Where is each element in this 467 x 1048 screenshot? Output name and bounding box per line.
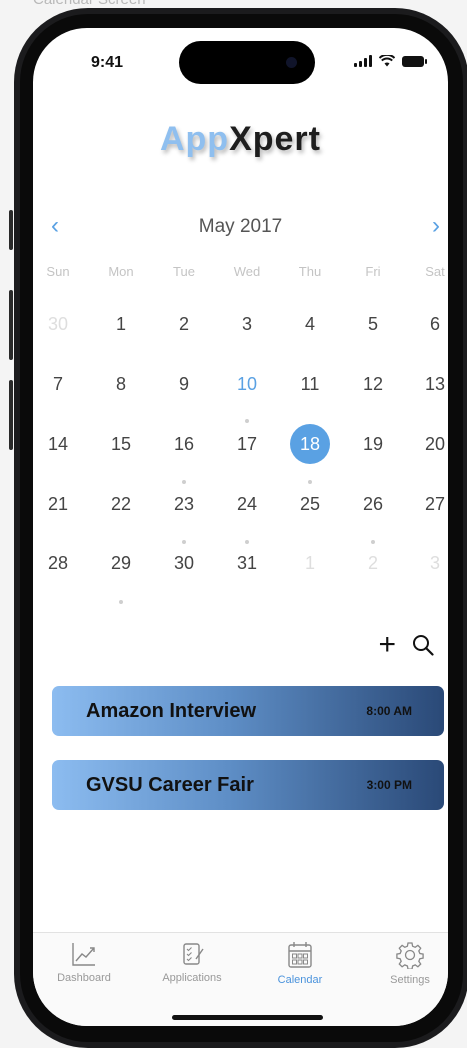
event-dot: [119, 600, 123, 604]
event-dot: [245, 419, 249, 423]
status-icons: [354, 55, 427, 67]
calendar-day[interactable]: 5: [353, 304, 393, 344]
calendar-day[interactable]: 18: [290, 424, 330, 464]
calendar-day[interactable]: 3: [415, 543, 448, 583]
calendar-day[interactable]: 1: [101, 304, 141, 344]
chart-line-icon: [72, 943, 95, 966]
calendar-day[interactable]: 2: [353, 543, 393, 583]
weekday-label: Tue: [173, 264, 195, 279]
calendar-day[interactable]: 27: [415, 484, 448, 524]
calendar-day[interactable]: 19: [353, 424, 393, 464]
wifi-icon: [379, 55, 395, 67]
event-dot: [182, 540, 186, 544]
calendar-day[interactable]: 22: [101, 484, 141, 524]
event-title: Amazon Interview: [86, 699, 257, 722]
event-time: 8:00 AM: [366, 704, 412, 718]
dynamic-island: [179, 41, 315, 84]
status-time: 9:41: [91, 54, 124, 71]
checklist-icon: [183, 943, 204, 965]
calendar-icon: [288, 942, 312, 968]
add-event-button[interactable]: +: [378, 630, 396, 660]
weekday-label: Thu: [298, 264, 322, 279]
camera-icon: [286, 57, 297, 68]
calendar-day[interactable]: 24: [227, 484, 267, 524]
weekday-label: Wed: [233, 264, 261, 279]
home-indicator: [172, 1015, 323, 1020]
tab-calendar[interactable]: Calendar: [255, 941, 345, 986]
volume-down-button: [9, 380, 13, 450]
event-dot: [182, 480, 186, 484]
calendar-day[interactable]: 20: [415, 424, 448, 464]
next-month-button[interactable]: ›: [432, 212, 440, 240]
frame-caption: Calendar Screen: [33, 0, 146, 8]
calendar-day[interactable]: 14: [38, 424, 78, 464]
calendar-day[interactable]: 2: [164, 304, 204, 344]
calendar-day[interactable]: 13: [415, 364, 448, 404]
logo-part-app: App: [159, 120, 230, 158]
calendar-day[interactable]: 25: [290, 484, 330, 524]
gear-icon: [396, 942, 424, 969]
calendar-day[interactable]: 7: [38, 364, 78, 404]
calendar-day[interactable]: 3: [227, 304, 267, 344]
event-dot: [371, 540, 375, 544]
calendar-day[interactable]: 31: [227, 543, 267, 583]
calendar-day[interactable]: 1: [290, 543, 330, 583]
volume-up-button: [9, 290, 13, 360]
weekday-label: Sat: [425, 264, 445, 279]
app-screen: 9:41 AppXpert ‹ May 2017 › Sun Mon Tue Wed T…: [33, 28, 448, 1026]
calendar-day[interactable]: 6: [415, 304, 448, 344]
calendar-day[interactable]: 23: [164, 484, 204, 524]
calendar-day[interactable]: 30: [164, 543, 204, 583]
calendar-day[interactable]: 11: [290, 364, 330, 404]
action-button: [9, 210, 13, 250]
calendar-day[interactable]: 10: [227, 364, 267, 404]
weekday-label: Mon: [108, 264, 134, 279]
tab-label: Applications: [162, 972, 222, 984]
weekday-label: Sun: [46, 264, 70, 279]
app-logo: AppXpert: [33, 120, 448, 159]
calendar-day[interactable]: 4: [290, 304, 330, 344]
signal-icon: [354, 55, 372, 67]
calendar-day[interactable]: 8: [101, 364, 141, 404]
tab-bar: Dashboard Applications Calendar Settings: [33, 932, 448, 1026]
battery-icon: [402, 55, 427, 67]
logo-part-xpert: Xpert: [229, 120, 321, 158]
event-card[interactable]: GVSU Career Fair 3:00 PM: [52, 760, 444, 810]
calendar-day[interactable]: 17: [227, 424, 267, 464]
month-title: May 2017: [198, 216, 283, 237]
tab-dashboard[interactable]: Dashboard: [39, 941, 129, 984]
calendar-day[interactable]: 15: [101, 424, 141, 464]
event-card[interactable]: Amazon Interview 8:00 AM: [52, 686, 444, 736]
search-icon[interactable]: [412, 634, 434, 656]
calendar-day[interactable]: 30: [38, 304, 78, 344]
calendar-day[interactable]: 29: [101, 543, 141, 583]
calendar-day[interactable]: 21: [38, 484, 78, 524]
calendar-day[interactable]: 12: [353, 364, 393, 404]
calendar-tools: +: [378, 630, 434, 660]
tab-label: Calendar: [277, 974, 323, 986]
tab-label: Settings: [390, 974, 430, 986]
tab-settings[interactable]: Settings: [365, 941, 448, 986]
tab-label: Dashboard: [57, 972, 111, 984]
event-title: GVSU Career Fair: [86, 773, 254, 796]
calendar-day[interactable]: 28: [38, 543, 78, 583]
calendar-day[interactable]: 16: [164, 424, 204, 464]
tab-applications[interactable]: Applications: [147, 941, 237, 984]
event-dot: [308, 480, 312, 484]
weekday-label: Fri: [365, 264, 381, 279]
event-dot: [245, 540, 249, 544]
calendar-day[interactable]: 26: [353, 484, 393, 524]
event-time: 3:00 PM: [366, 778, 412, 792]
calendar-day[interactable]: 9: [164, 364, 204, 404]
